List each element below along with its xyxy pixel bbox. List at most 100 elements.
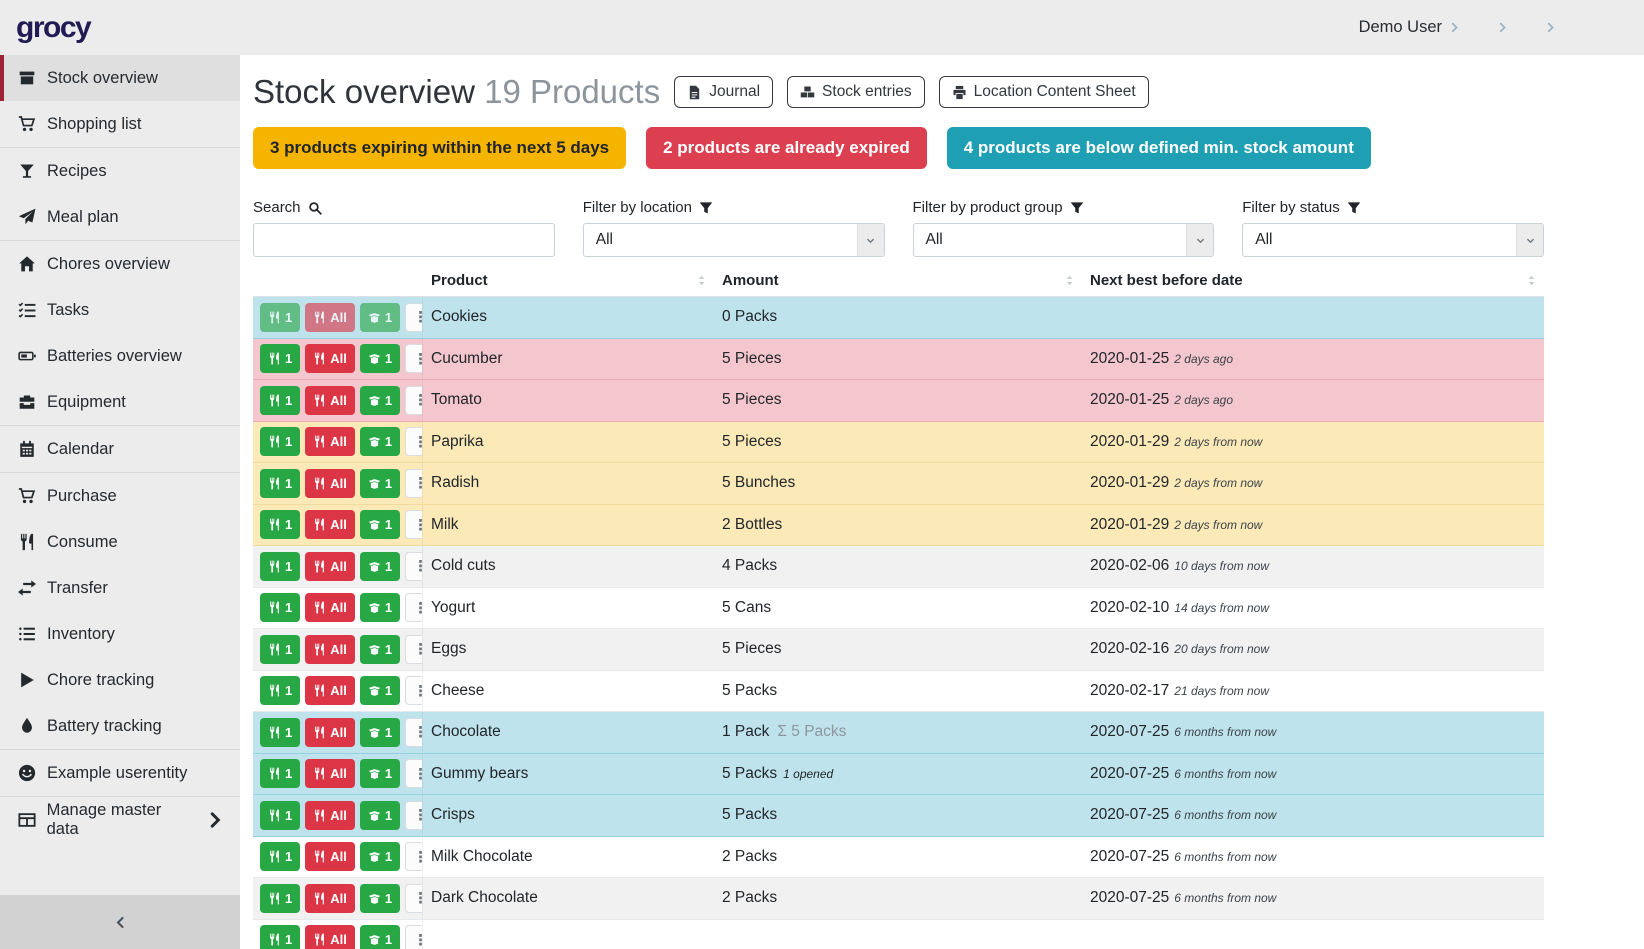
consume-all-button[interactable]: All bbox=[305, 801, 355, 830]
row-menu-button[interactable]: ⋮ bbox=[405, 925, 423, 949]
row-menu-button[interactable]: ⋮ bbox=[405, 842, 423, 871]
open-one-button[interactable]: 1 bbox=[360, 718, 400, 747]
consume-one-button[interactable]: 1 bbox=[260, 925, 300, 949]
sort-icon[interactable] bbox=[695, 274, 708, 287]
alert-4-products-are-below-defined-m[interactable]: 4 products are below defined min. stock … bbox=[947, 127, 1371, 169]
sidebar-item-stock-overview[interactable]: Stock overview bbox=[0, 55, 240, 101]
open-one-button[interactable]: 1 bbox=[360, 303, 400, 332]
settings-menu[interactable] bbox=[1490, 22, 1508, 33]
alert-2-products-are-already-expired[interactable]: 2 products are already expired bbox=[646, 127, 927, 169]
app-logo[interactable]: grocy bbox=[16, 11, 90, 45]
sidebar-item-chore-tracking[interactable]: Chore tracking bbox=[0, 657, 240, 703]
consume-one-button[interactable]: 1 bbox=[260, 718, 300, 747]
consume-all-button[interactable]: All bbox=[305, 842, 355, 871]
sidebar-item-batteries-overview[interactable]: Batteries overview bbox=[0, 333, 240, 379]
open-one-button[interactable]: 1 bbox=[360, 510, 400, 539]
row-menu-button[interactable]: ⋮ bbox=[405, 801, 423, 830]
sidebar-item-transfer[interactable]: Transfer bbox=[0, 565, 240, 611]
row-menu-button[interactable]: ⋮ bbox=[405, 469, 423, 498]
sort-icon[interactable] bbox=[1063, 274, 1076, 287]
consume-one-button[interactable]: 1 bbox=[260, 801, 300, 830]
consume-all-button[interactable]: All bbox=[305, 303, 355, 332]
sidebar-item-inventory[interactable]: Inventory bbox=[0, 611, 240, 657]
consume-all-button[interactable]: All bbox=[305, 552, 355, 581]
open-one-button[interactable]: 1 bbox=[360, 925, 400, 949]
user-menu[interactable]: Demo User bbox=[1352, 18, 1460, 37]
open-one-button[interactable]: 1 bbox=[360, 427, 400, 456]
status-filter-select[interactable]: All bbox=[1242, 223, 1544, 257]
row-menu-button[interactable]: ⋮ bbox=[405, 510, 423, 539]
consume-all-button[interactable]: All bbox=[305, 386, 355, 415]
location-filter-select[interactable]: All bbox=[583, 223, 885, 257]
open-one-button[interactable]: 1 bbox=[360, 759, 400, 788]
journal-button[interactable]: Journal bbox=[674, 76, 773, 108]
stock-entries-button[interactable]: Stock entries bbox=[787, 76, 925, 108]
row-menu-button[interactable]: ⋮ bbox=[405, 344, 423, 373]
consume-all-button[interactable]: All bbox=[305, 427, 355, 456]
sidebar-item-equipment[interactable]: Equipment bbox=[0, 379, 240, 425]
row-menu-button[interactable]: ⋮ bbox=[405, 552, 423, 581]
consume-one-button[interactable]: 1 bbox=[260, 552, 300, 581]
open-one-button[interactable]: 1 bbox=[360, 842, 400, 871]
consume-one-button[interactable]: 1 bbox=[260, 510, 300, 539]
consume-all-button[interactable]: All bbox=[305, 635, 355, 664]
consume-all-button[interactable]: All bbox=[305, 593, 355, 622]
row-menu-button[interactable]: ⋮ bbox=[405, 593, 423, 622]
sidebar-item-recipes[interactable]: Recipes bbox=[0, 148, 240, 194]
consume-all-button[interactable]: All bbox=[305, 469, 355, 498]
sidebar-item-consume[interactable]: Consume bbox=[0, 519, 240, 565]
alert-3-products-expiring-within-the[interactable]: 3 products expiring within the next 5 da… bbox=[253, 127, 626, 169]
column-header-next-best-before-date[interactable]: Next best before date bbox=[1082, 272, 1544, 289]
consume-one-button[interactable]: 1 bbox=[260, 427, 300, 456]
open-one-button[interactable]: 1 bbox=[360, 884, 400, 913]
sidebar-item-manage-master-data[interactable]: Manage master data bbox=[0, 797, 240, 843]
product-group-filter-select[interactable]: All bbox=[913, 223, 1215, 257]
consume-all-button[interactable]: All bbox=[305, 344, 355, 373]
sidebar-item-meal-plan[interactable]: Meal plan bbox=[0, 194, 240, 240]
open-one-button[interactable]: 1 bbox=[360, 344, 400, 373]
consume-all-button[interactable]: All bbox=[305, 510, 355, 539]
consume-one-button[interactable]: 1 bbox=[260, 593, 300, 622]
open-one-button[interactable]: 1 bbox=[360, 469, 400, 498]
consume-one-button[interactable]: 1 bbox=[260, 635, 300, 664]
sidebar-item-calendar[interactable]: Calendar bbox=[0, 426, 240, 472]
sidebar-item-shopping-list[interactable]: Shopping list bbox=[0, 101, 240, 147]
sidebar-item-chores-overview[interactable]: Chores overview bbox=[0, 241, 240, 287]
consume-one-button[interactable]: 1 bbox=[260, 884, 300, 913]
sidebar-item-example-userentity[interactable]: Example userentity bbox=[0, 750, 240, 796]
row-menu-button[interactable]: ⋮ bbox=[405, 884, 423, 913]
open-one-button[interactable]: 1 bbox=[360, 801, 400, 830]
sidebar-collapse-button[interactable] bbox=[0, 895, 240, 949]
row-menu-button[interactable]: ⋮ bbox=[405, 427, 423, 456]
row-menu-button[interactable]: ⋮ bbox=[405, 718, 423, 747]
admin-menu[interactable] bbox=[1538, 22, 1556, 33]
row-menu-button[interactable]: ⋮ bbox=[405, 635, 423, 664]
consume-one-button[interactable]: 1 bbox=[260, 303, 300, 332]
consume-all-button[interactable]: All bbox=[305, 676, 355, 705]
consume-all-button[interactable]: All bbox=[305, 925, 355, 949]
consume-one-button[interactable]: 1 bbox=[260, 344, 300, 373]
consume-one-button[interactable]: 1 bbox=[260, 469, 300, 498]
location-content-sheet-button[interactable]: Location Content Sheet bbox=[939, 76, 1149, 108]
sort-icon[interactable] bbox=[1525, 274, 1538, 287]
open-one-button[interactable]: 1 bbox=[360, 593, 400, 622]
consume-all-button[interactable]: All bbox=[305, 884, 355, 913]
open-one-button[interactable]: 1 bbox=[360, 676, 400, 705]
row-menu-button[interactable]: ⋮ bbox=[405, 676, 423, 705]
row-menu-button[interactable]: ⋮ bbox=[405, 386, 423, 415]
sidebar-item-purchase[interactable]: Purchase bbox=[0, 473, 240, 519]
consume-all-button[interactable]: All bbox=[305, 759, 355, 788]
sidebar-item-battery-tracking[interactable]: Battery tracking bbox=[0, 703, 240, 749]
consume-one-button[interactable]: 1 bbox=[260, 386, 300, 415]
open-one-button[interactable]: 1 bbox=[360, 386, 400, 415]
column-header-amount[interactable]: Amount bbox=[714, 272, 1082, 289]
consume-one-button[interactable]: 1 bbox=[260, 842, 300, 871]
sidebar-item-tasks[interactable]: Tasks bbox=[0, 287, 240, 333]
row-menu-button[interactable]: ⋮ bbox=[405, 303, 423, 332]
consume-all-button[interactable]: All bbox=[305, 718, 355, 747]
row-menu-button[interactable]: ⋮ bbox=[405, 759, 423, 788]
open-one-button[interactable]: 1 bbox=[360, 552, 400, 581]
open-one-button[interactable]: 1 bbox=[360, 635, 400, 664]
consume-one-button[interactable]: 1 bbox=[260, 676, 300, 705]
search-input[interactable] bbox=[253, 223, 555, 257]
